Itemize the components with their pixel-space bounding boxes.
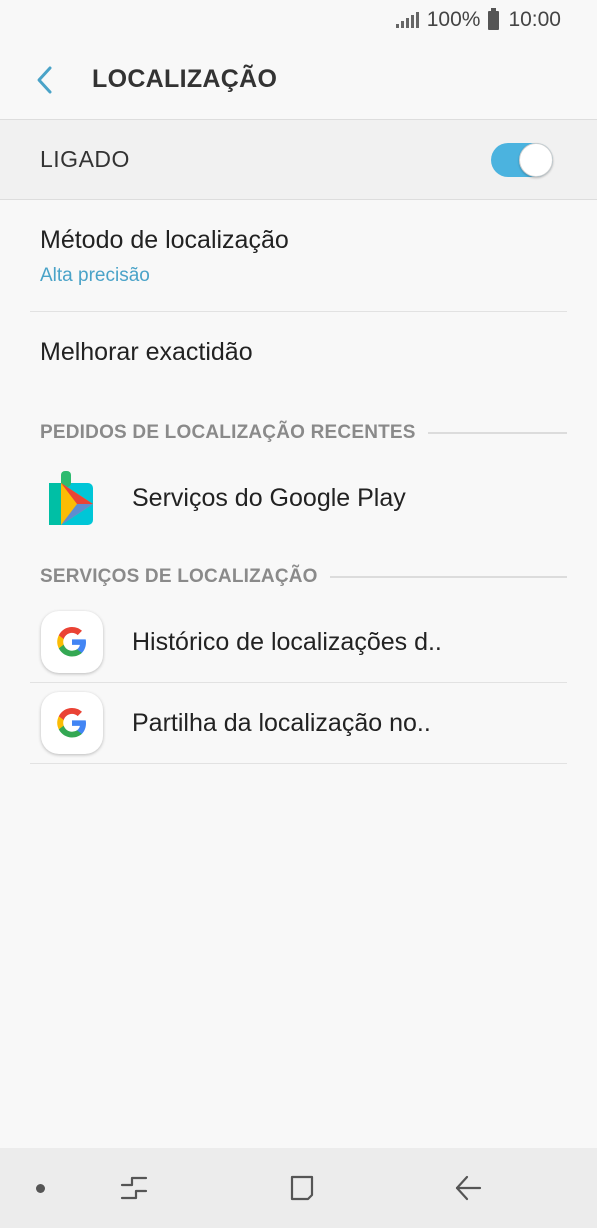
section-divider (427, 432, 567, 434)
clock: 10:00 (508, 8, 561, 31)
master-toggle-label: LIGADO (40, 146, 130, 172)
back-icon (455, 1175, 482, 1201)
master-toggle-row[interactable]: LIGADO (0, 120, 597, 200)
google-play-services-label: Serviços do Google Play (132, 483, 406, 512)
improve-accuracy-title: Melhorar exactidão (40, 338, 253, 366)
recent-apps-button[interactable] (114, 1168, 154, 1208)
home-icon (290, 1175, 314, 1201)
divider (30, 763, 567, 764)
location-method-item[interactable]: Método de localização Alta precisão (40, 226, 567, 287)
nav-dot-icon[interactable] (36, 1184, 45, 1193)
chevron-left-icon (37, 66, 52, 93)
location-method-value: Alta precisão (40, 265, 150, 286)
google-play-services-icon (40, 466, 104, 530)
switch-knob (519, 142, 553, 177)
signal-icon (395, 12, 419, 28)
google-icon-wrapper (40, 691, 104, 755)
list-item-location-sharing[interactable]: Partilha da localização no.. (40, 683, 567, 763)
app-bar: LOCALIZAÇÃO (0, 40, 597, 120)
battery-icon (488, 7, 500, 30)
page-title: LOCALIZAÇÃO (92, 65, 278, 93)
location-switch[interactable] (491, 142, 553, 177)
location-method-title: Método de localização (40, 226, 289, 254)
location-services-label: SERVIÇOS DE LOCALIZAÇÃO (40, 566, 318, 587)
back-nav-button[interactable] (448, 1168, 488, 1208)
list-item-google-play-services[interactable]: Serviços do Google Play (40, 458, 567, 538)
battery-percent: 100% (426, 8, 481, 31)
recent-requests-label: PEDIDOS DE LOCALIZAÇÃO RECENTES (40, 422, 416, 443)
back-button[interactable] (0, 40, 92, 120)
status-bar: 100% 10:00 (0, 0, 597, 40)
google-icon (41, 611, 103, 673)
navigation-bar (0, 1148, 597, 1228)
home-button[interactable] (282, 1168, 322, 1208)
google-icon-wrapper (40, 610, 104, 674)
location-history-label: Histórico de localizações d.. (132, 627, 442, 656)
google-icon (41, 692, 103, 754)
recent-apps-icon (120, 1176, 148, 1200)
section-divider (329, 576, 567, 578)
improve-accuracy-item[interactable]: Melhorar exactidão (40, 338, 567, 367)
list-item-location-history[interactable]: Histórico de localizações d.. (40, 602, 567, 682)
location-services-header: SERVIÇOS DE LOCALIZAÇÃO (40, 564, 567, 590)
divider (30, 311, 567, 312)
recent-requests-header: PEDIDOS DE LOCALIZAÇÃO RECENTES (40, 420, 567, 446)
location-sharing-label: Partilha da localização no.. (132, 708, 431, 737)
